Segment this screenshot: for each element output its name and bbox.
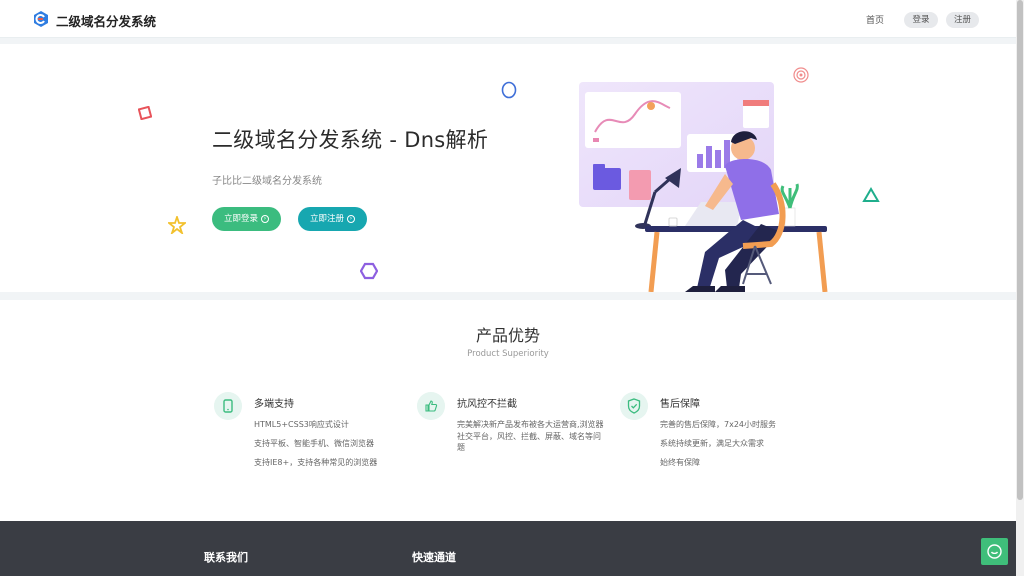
feature-line: 支持平板、智能手机、微信浏览器 xyxy=(254,439,374,448)
hero-login-button[interactable]: 立即登录 › xyxy=(212,207,281,231)
nav-register-button[interactable]: 注册 xyxy=(946,12,979,28)
hero-register-button[interactable]: 立即注册 › xyxy=(298,207,367,231)
nav-home-link[interactable]: 首页 xyxy=(866,13,884,26)
scrollbar-thumb[interactable] xyxy=(1017,0,1023,500)
feature-line: 始终有保障 xyxy=(660,458,700,467)
nav-login-button[interactable]: 登录 xyxy=(904,12,938,28)
feature-name: 售后保障 xyxy=(660,399,700,410)
feature-line: 系统持续更新，满足大众需求 xyxy=(660,439,764,448)
hexagon-decoration-icon xyxy=(360,262,378,280)
hero-register-label: 立即注册 xyxy=(309,214,344,224)
hero-section: 二级域名分发系统 - Dns解析 子比比二级域名分发系统 立即登录 › 立即注册 › xyxy=(0,44,1016,292)
feature-line: 支持IE8+，支持各种常见的浏览器 xyxy=(254,458,378,467)
arrow-circle-icon: › xyxy=(347,214,355,223)
feature-description: 完美解决新产品发布被各大运营商,浏览器社交平台，风控、拦截、屏蔽、域名等问题 xyxy=(457,420,604,452)
hero-title: 二级域名分发系统 - Dns解析 xyxy=(212,128,489,152)
feature-name: 多端支持 xyxy=(254,399,294,410)
tablet-icon xyxy=(214,392,242,420)
footer: 联系我们 快速通道 xyxy=(0,521,1016,576)
circle-decoration-icon xyxy=(501,81,517,99)
thumbs-up-icon xyxy=(417,392,445,420)
hero-login-label: 立即登录 xyxy=(223,214,258,224)
chat-icon xyxy=(987,544,1002,559)
feature-line: 完善的售后保障，7x24小时服务 xyxy=(660,420,777,429)
logo-icon[interactable] xyxy=(32,10,50,28)
shield-check-icon xyxy=(620,392,648,420)
triangle-decoration-icon xyxy=(862,187,880,202)
footer-quick-heading: 快速通道 xyxy=(412,551,456,564)
features-title: 产品优势 xyxy=(475,326,540,345)
feature-line: HTML5+CSS3响应式设计 xyxy=(254,420,349,429)
features-subtitle: Product Superiority xyxy=(467,349,549,359)
hero-subtitle: 子比比二级域名分发系统 xyxy=(212,176,322,187)
footer-contact-heading: 联系我们 xyxy=(204,551,248,564)
arrow-circle-icon: › xyxy=(261,214,269,223)
features-section: 产品优势 Product Superiority 多端支持 HTML5+CSS3… xyxy=(0,300,1016,521)
chat-button[interactable] xyxy=(981,538,1008,565)
site-title[interactable]: 二级域名分发系统 xyxy=(56,11,156,30)
star-decoration-icon xyxy=(168,216,186,234)
top-header: 二级域名分发系统 首页 登录 注册 xyxy=(0,0,1016,38)
hero-illustration xyxy=(579,82,828,292)
square-decoration-icon xyxy=(138,106,152,120)
page-scrollbar[interactable] xyxy=(1016,0,1024,576)
feature-name: 抗风控不拦截 xyxy=(457,399,517,410)
